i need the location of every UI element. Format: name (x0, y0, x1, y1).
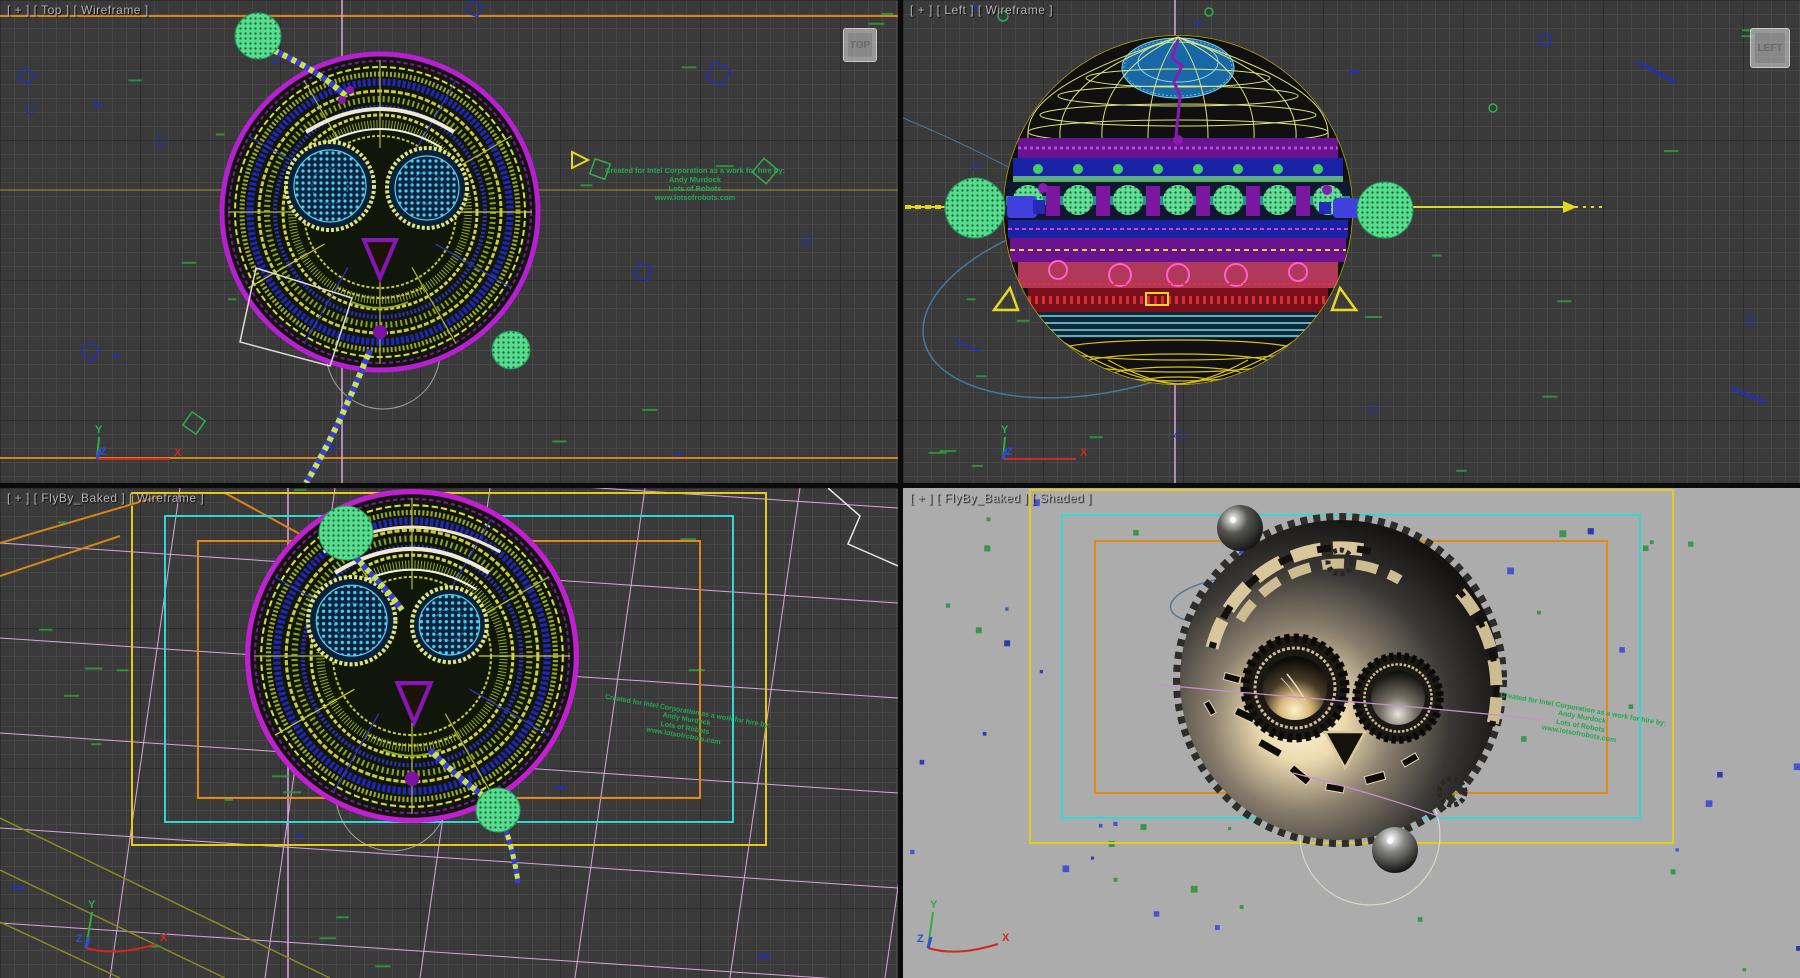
left-eye (1243, 636, 1347, 740)
green-dotted-sphere (1357, 182, 1413, 238)
viewport-left[interactable]: Y X Z [ + ] [ Left ] [ Wireframe ] LEFT (903, 0, 1800, 483)
axis-tripod: Y X Z (1001, 424, 1088, 459)
viewcube-face-label: LEFT (1758, 43, 1783, 54)
axis-y-label: Y (95, 424, 103, 436)
axis-z-label: Z (1006, 446, 1013, 458)
green-dotted-sphere (492, 331, 530, 369)
axis-x-label: X (174, 447, 182, 459)
green-dotted-sphere (235, 13, 281, 59)
shiny-ball-bottom (1372, 827, 1418, 873)
right-eye (387, 148, 467, 228)
axis-x-label: X (1080, 447, 1088, 459)
axis-y-label: Y (930, 899, 938, 911)
right-eye (412, 587, 487, 662)
viewport-label[interactable]: [ + ] [ FlyBy_Baked ] [ Wireframe ] (7, 491, 204, 505)
yellow-arrow-marker (572, 152, 588, 168)
viewcube[interactable]: LEFT (1750, 28, 1790, 68)
connector-left (1007, 196, 1037, 218)
right-eye (1354, 654, 1441, 741)
axis-z-label: Z (100, 446, 107, 458)
axis-tripod: Y X Z (76, 899, 168, 952)
trajectory-bottom (306, 350, 370, 483)
viewport-flyby-shaded[interactable]: Y X Z [ + ] [ FlyBy_Baked ] [ Shaded ] C… (903, 488, 1800, 978)
watermark-text: Created for Intel Corporation as a work … (600, 166, 790, 202)
viewport-grid: Y X Z [ + ] [ Top ] [ Wireframe ] TOP Cr… (0, 0, 1800, 978)
mothership-top-view (222, 54, 538, 370)
viewport-flyby-wireframe[interactable]: Y X Z [ + ] [ FlyBy_Baked ] [ Wireframe … (0, 488, 898, 978)
viewport-label[interactable]: [ + ] [ Top ] [ Wireframe ] (7, 3, 149, 17)
axis-x-label: X (1002, 932, 1010, 944)
viewcube[interactable]: TOP (843, 28, 877, 62)
shiny-ball-top (1217, 505, 1263, 551)
mothership-left-view (1003, 35, 1353, 385)
axis-tripod: Y X Z (95, 424, 182, 459)
connector-right (1333, 198, 1359, 218)
axis-x-label: X (160, 932, 168, 944)
white-curve (828, 488, 898, 566)
left-eye (286, 142, 374, 230)
scene-top-view: Y X Z (0, 0, 898, 483)
green-dotted-sphere (476, 788, 520, 832)
axis-z-label: Z (917, 933, 924, 945)
viewcube-face-label: TOP (850, 40, 870, 51)
ground-lines (0, 818, 330, 978)
axis-y-label: Y (88, 899, 96, 911)
mothership-camera-view (248, 492, 577, 821)
axis-tripod: Y X Z (917, 899, 1010, 952)
viewport-label[interactable]: [ + ] [ Left ] [ Wireframe ] (910, 3, 1053, 17)
axis-z-label: Z (76, 933, 83, 945)
scene-left-view: Y X Z (903, 0, 1800, 483)
viewport-top[interactable]: Y X Z [ + ] [ Top ] [ Wireframe ] TOP Cr… (0, 0, 898, 483)
viewport-label[interactable]: [ + ] [ FlyBy_Baked ] [ Shaded ] (910, 491, 1092, 505)
green-dotted-sphere (319, 506, 373, 560)
axis-y-label: Y (1001, 424, 1009, 436)
green-dotted-sphere (945, 178, 1005, 238)
